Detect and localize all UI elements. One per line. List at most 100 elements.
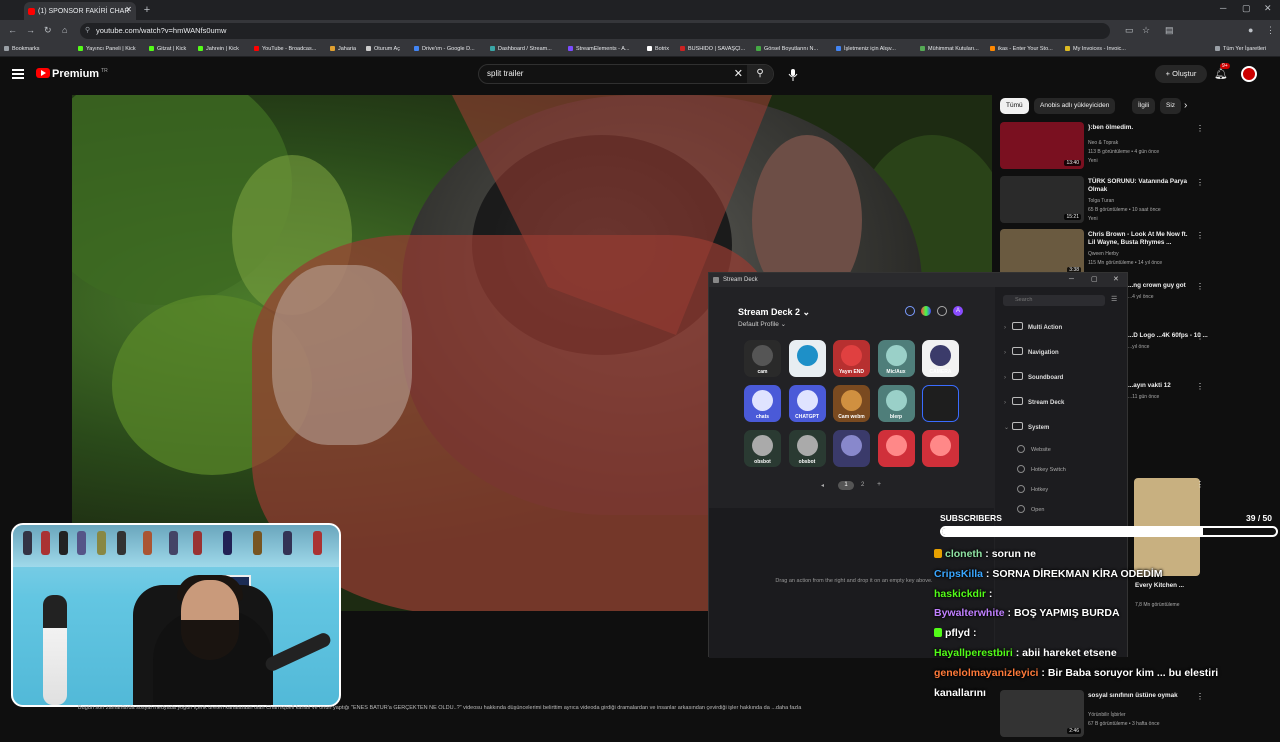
stream-deck-key[interactable] [833,430,870,467]
back-icon[interactable]: ← [8,25,17,35]
more-actions-icon[interactable]: ⋮ [1196,382,1204,391]
system-action-item[interactable]: Website [1017,445,1051,453]
stream-deck-key[interactable]: Mic/Aux [877,340,915,377]
filter-chip[interactable]: Anobis adlı yükleyiciden [1034,98,1116,114]
stream-deck-titlebar[interactable]: Stream Deck ─ ▢ ✕ [709,273,1127,287]
bookmark-item[interactable]: Yayıncı Paneli | Kick [78,46,136,52]
list-view-icon[interactable]: ☰ [1111,295,1117,303]
more-actions-icon[interactable]: ⋮ [1196,124,1204,133]
profile-select[interactable]: Default Profile ⌄ [738,320,786,328]
home-icon[interactable]: ⌂ [62,25,67,35]
bookmark-item[interactable]: Mühimmat Kutuları... [920,46,979,52]
bookmark-item[interactable]: Oturum Aç [366,46,400,52]
sd-minimize-icon[interactable]: ─ [1069,273,1074,287]
search-input[interactable]: split trailer ✕ ⚲ [478,64,774,84]
clear-search-icon[interactable]: ✕ [734,65,743,83]
microphone-icon[interactable] [788,69,798,81]
add-page-icon[interactable]: + [877,481,881,488]
create-button[interactable]: + Oluştur [1155,65,1207,83]
bookmark-item[interactable]: BUSHIDO | SAVAŞÇI... [680,46,745,52]
close-window-icon[interactable]: ✕ [1264,3,1272,14]
stream-deck-key[interactable]: obsbot [788,430,826,467]
system-action-item[interactable]: Open [1017,505,1044,513]
bookmark-item[interactable]: ikas - Enter Your Sto... [990,46,1053,52]
maximize-icon[interactable]: ▢ [1242,3,1251,14]
bookmark-item[interactable]: YouTube - Broadcas... [254,46,316,52]
action-category[interactable]: › Soundboard [1004,372,1063,381]
action-category[interactable]: › Multi Action [1004,322,1062,331]
forward-icon[interactable]: → [26,25,35,35]
video-thumbnail[interactable]: 3:38 [1000,229,1084,276]
bookmark-item[interactable]: Drive'ım - Google D... [414,46,475,52]
stream-deck-key[interactable]: obsbot [744,430,781,467]
actions-search-input[interactable]: Search [1003,295,1105,306]
bookmark-item[interactable]: Dashboard / Stream... [490,46,552,52]
bookmark-item[interactable]: Görsel Boyutlarını N... [756,46,818,52]
stream-deck-key[interactable]: Cam webm [833,385,870,422]
stream-deck-key[interactable]: cam [744,340,781,377]
more-actions-icon[interactable]: ⋮ [1196,282,1204,291]
action-category[interactable]: › Stream Deck [1004,397,1064,406]
sd-maximize-icon[interactable]: ▢ [1091,273,1098,287]
prev-page-icon[interactable]: ◂ [821,482,824,489]
video-title[interactable]: ...ayın vakti 12 [1128,382,1232,390]
video-thumbnail[interactable]: 13:40 [1000,122,1084,169]
bookmark-item[interactable]: Tüm Yer İşaretleri [1215,46,1266,52]
sd-close-icon[interactable]: ✕ [1113,273,1119,287]
device-select[interactable]: Stream Deck 2 ⌄ [738,307,810,318]
stream-deck-key[interactable]: chats [744,385,781,422]
site-info-icon[interactable]: ⚲ [85,23,90,39]
account-badge[interactable]: A [953,306,963,316]
account-avatar[interactable] [1241,66,1257,82]
video-title[interactable]: TÜRK SORUNU: Vatanında Parya Olmak [1088,178,1192,193]
bookmark-item[interactable]: StreamElements - A... [568,46,630,52]
youtube-logo-icon[interactable] [36,68,50,78]
bookmark-item[interactable]: Botrix [647,46,669,52]
youtube-brand[interactable]: Premium TR [52,68,108,80]
bookmark-star-icon[interactable]: ☆ [1142,25,1150,36]
new-tab-icon[interactable]: + [141,4,153,16]
more-actions-icon[interactable]: ⋮ [1196,231,1204,240]
minimize-icon[interactable]: ─ [1220,3,1226,13]
chips-next-icon[interactable]: › [1184,100,1187,111]
more-actions-icon[interactable]: ⋮ [1196,178,1204,187]
filter-chip[interactable]: Tümü [1000,98,1029,114]
settings-gear-icon[interactable] [937,306,947,316]
stream-deck-key[interactable] [922,430,959,467]
video-thumbnail[interactable]: 15:21 [1000,176,1084,223]
stream-deck-key[interactable] [788,340,826,377]
bookmark-item[interactable]: Jaharia [330,46,356,52]
browser-tab[interactable]: (1) SPONSOR FAKİRİ CHAR ✕ [24,2,136,20]
stream-deck-key[interactable]: CHATGPT [788,385,826,422]
profile-avatar-icon[interactable]: ● [1248,25,1253,35]
action-category[interactable]: › Navigation [1004,347,1059,356]
recommendation-item[interactable]: 13:40}:ben ölmedim. Neo & Toprak 113 B gör… [1000,122,1205,174]
video-description[interactable]: Bugün son zamanlarda sosyal medyada yoğu… [78,705,978,711]
extension-icon[interactable]: ▤ [1165,25,1174,36]
install-icon[interactable]: ▭ [1125,25,1134,36]
search-button[interactable]: ⚲ [747,65,773,83]
more-actions-icon[interactable]: ⋮ [1196,332,1204,341]
store-icon[interactable] [905,306,915,316]
reload-icon[interactable]: ↻ [44,25,52,36]
stream-deck-key[interactable]: CAMERA [922,340,959,377]
stream-deck-key[interactable] [877,430,915,467]
more-actions-icon[interactable]: ⋮ [1196,480,1204,489]
bookmark-item[interactable]: Gitzat | Kick [149,46,186,52]
system-action-item[interactable]: Hotkey [1017,485,1048,493]
filter-chip[interactable]: Siz [1160,98,1182,114]
action-category[interactable]: ⌄ System [1004,422,1049,431]
video-title[interactable]: ...ng crown guy got [1128,282,1232,290]
video-title[interactable]: }:ben ölmedim. [1088,124,1192,132]
recommendation-item[interactable]: 15:21 TÜRK SORUNU: Vatanında Parya Olmak T… [1000,176,1205,228]
video-title[interactable]: ...D Logo ...4K 60fps - 10 ... [1128,332,1232,340]
bookmark-item[interactable]: Jahrein | Kick [198,46,239,52]
stream-deck-key[interactable]: blerp [877,385,915,422]
page-2-button[interactable]: 2 [861,482,864,488]
marketplace-icon[interactable] [921,306,931,316]
bookmark-item[interactable]: İşletmeniz için Alışv... [836,46,896,52]
menu-icon[interactable] [12,69,24,79]
system-action-item[interactable]: Hotkey Switch [1017,465,1066,473]
page-1-button[interactable]: 1 [838,481,854,490]
stream-deck-key[interactable] [922,385,959,422]
